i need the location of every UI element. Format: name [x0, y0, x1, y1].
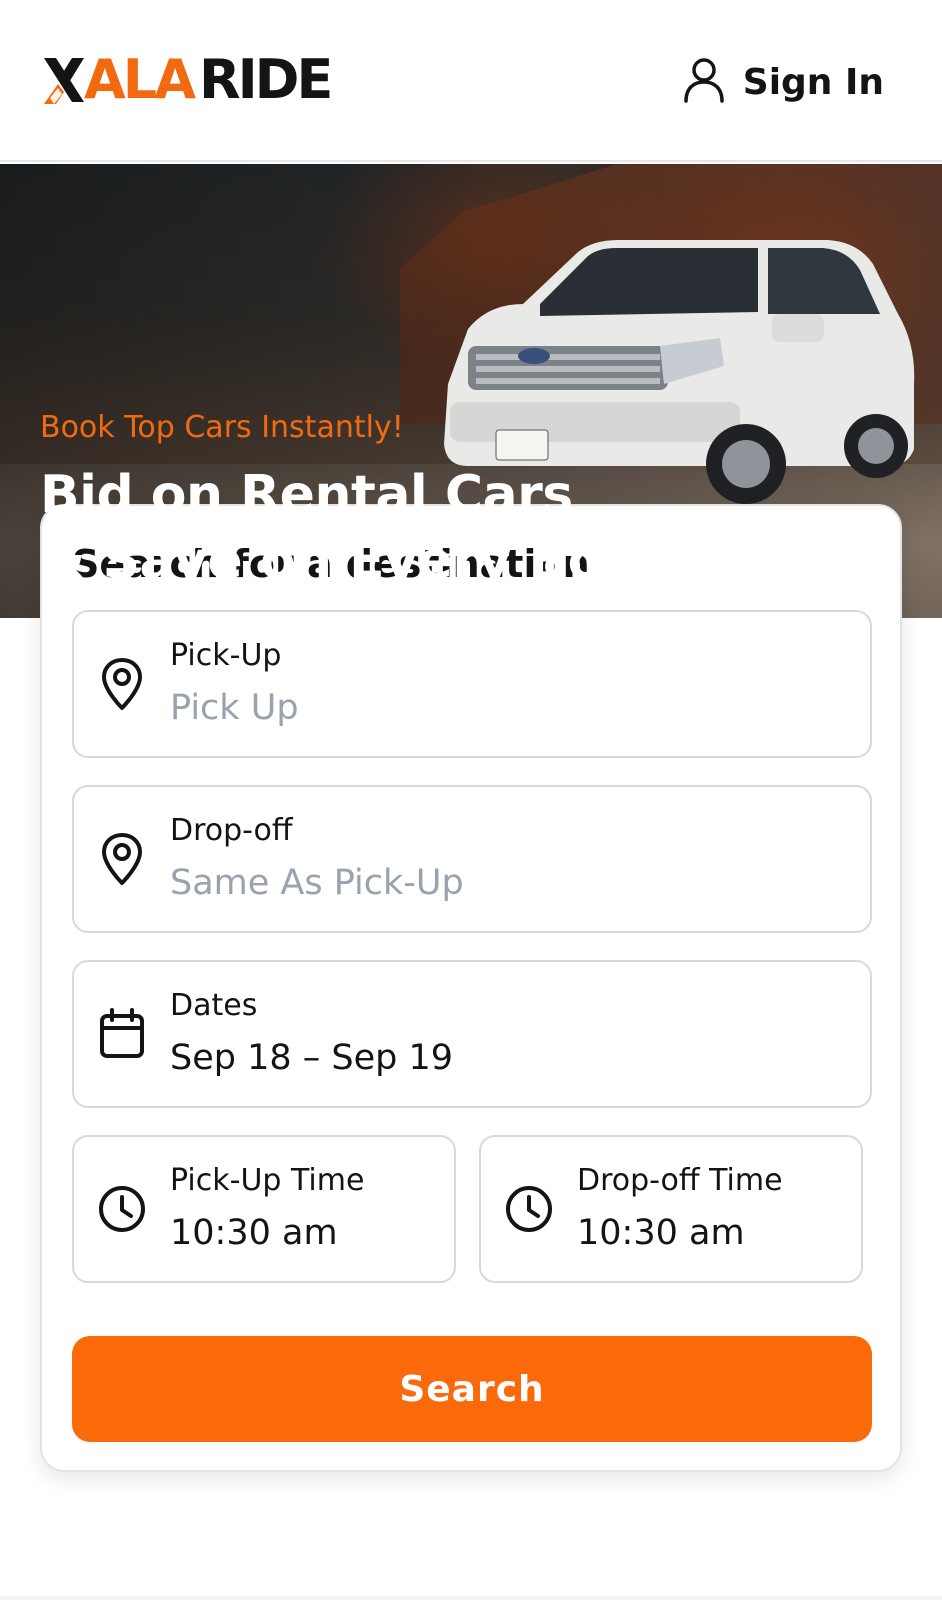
- hero-tagline: Book Top Cars Instantly!: [40, 410, 404, 445]
- sign-in-label: Sign In: [742, 61, 884, 103]
- hero-headline-line-1: Bid on Rental Cars: [40, 465, 573, 525]
- clock-icon: [505, 1181, 553, 1237]
- dropoff-label: Drop-off: [170, 813, 293, 848]
- hero-headline-line-2: & Save on Every Booking: [40, 531, 763, 591]
- search-card: Search for a destination Pick-Up Pick Up…: [40, 504, 902, 1472]
- sign-in-button[interactable]: Sign In: [683, 56, 884, 108]
- pickup-time-value: 10:30 am: [170, 1213, 338, 1253]
- dates-label: Dates: [170, 988, 258, 1023]
- hero-headline: Bid on Rental Cars & Save on Every Booki…: [40, 462, 763, 594]
- logo-text-dark: RIDE: [199, 48, 333, 111]
- dropoff-time-value: 10:30 am: [577, 1213, 745, 1253]
- location-pin-icon: [98, 831, 146, 887]
- user-icon: [683, 57, 725, 107]
- calendar-icon: [98, 1006, 146, 1062]
- clock-icon: [98, 1181, 146, 1237]
- brand-logo[interactable]: ALA RIDE: [44, 48, 333, 111]
- location-pin-icon: [98, 656, 146, 712]
- dropoff-placeholder[interactable]: Same As Pick-Up: [170, 863, 464, 903]
- pickup-label: Pick-Up: [170, 638, 282, 673]
- bottom-divider: [0, 1596, 942, 1600]
- top-header: ALA RIDE Sign In: [0, 0, 942, 162]
- dates-value: Sep 18 – Sep 19: [170, 1038, 454, 1078]
- pickup-location-field[interactable]: Pick-Up Pick Up: [72, 610, 872, 758]
- dropoff-time-label: Drop-off Time: [577, 1163, 783, 1198]
- pickup-time-label: Pick-Up Time: [170, 1163, 365, 1198]
- dropoff-time-field[interactable]: Drop-off Time 10:30 am: [479, 1135, 863, 1283]
- pickup-placeholder[interactable]: Pick Up: [170, 688, 299, 728]
- search-button[interactable]: Search: [72, 1336, 872, 1442]
- dates-field[interactable]: Dates Sep 18 – Sep 19: [72, 960, 872, 1108]
- logo-text-accent: ALA: [84, 48, 196, 111]
- dropoff-location-field[interactable]: Drop-off Same As Pick-Up: [72, 785, 872, 933]
- x-logo-icon: [44, 54, 84, 106]
- pickup-time-field[interactable]: Pick-Up Time 10:30 am: [72, 1135, 456, 1283]
